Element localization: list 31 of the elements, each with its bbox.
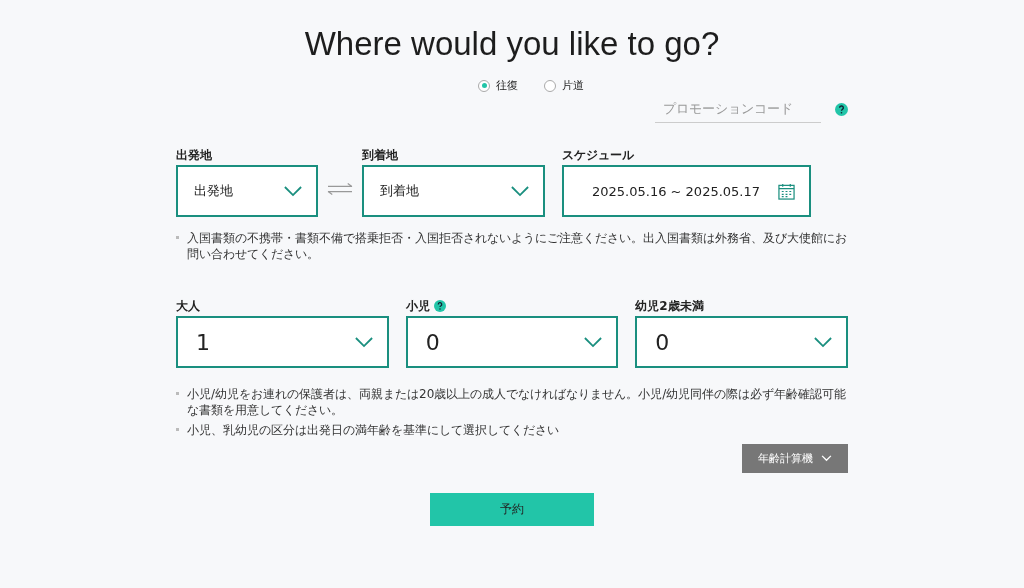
- passenger-count-select[interactable]: 1: [176, 316, 389, 368]
- help-icon[interactable]: [433, 300, 446, 312]
- location-select[interactable]: 到着地: [362, 165, 545, 217]
- field-label: スケジュール: [562, 146, 635, 164]
- field-label: 小児: [405, 297, 430, 315]
- chevron-down-icon: [511, 185, 529, 197]
- promo-code-field[interactable]: プロモーションコード: [655, 95, 821, 123]
- chevron-down-icon: [821, 455, 832, 462]
- calendar-icon: [778, 182, 795, 200]
- field-label: 大人: [176, 297, 200, 315]
- book-button[interactable]: 予約: [430, 493, 594, 526]
- field-label: 幼児2歳未満: [635, 297, 704, 315]
- field-label: 到着地: [362, 146, 399, 164]
- chevron-down-icon: [284, 185, 302, 197]
- notice-text: 小児/幼児をお連れの保護者は、両親または20歳以上の成人でなければなりません。小児/幼児同伴の際は必ず年齢確認可能な書類を用意してください。: [187, 386, 848, 418]
- location-select[interactable]: 出発地: [176, 165, 318, 217]
- trip-type-radio[interactable]: 往復: [478, 78, 518, 93]
- field-label: 出発地: [176, 146, 213, 164]
- date-field[interactable]: 2025.05.16 ~ 2025.05.17: [562, 165, 811, 217]
- notice-text: 小児、乳幼児の区分は出発日の満年齢を基準にして選択してください: [187, 422, 559, 438]
- chevron-down-icon: [814, 336, 832, 348]
- age-calculator-button[interactable]: 年齢計算機: [742, 444, 848, 473]
- swap-icon[interactable]: [327, 183, 353, 195]
- chevron-down-icon: [584, 336, 603, 348]
- passenger-count-select[interactable]: 0: [405, 316, 619, 368]
- trip-type-radio[interactable]: 片道: [544, 78, 584, 93]
- passenger-count-select[interactable]: 0: [635, 316, 848, 368]
- notice-text: 入国書類の不携帯・書類不備で搭乗拒否・入国拒否されないようにご注意ください。出入国書類は外務省、及び大使館にお問い合わせてください。: [187, 230, 848, 262]
- page-title: Where would you like to go?: [303, 24, 721, 64]
- chevron-down-icon: [354, 336, 373, 348]
- help-icon[interactable]: [835, 102, 848, 116]
